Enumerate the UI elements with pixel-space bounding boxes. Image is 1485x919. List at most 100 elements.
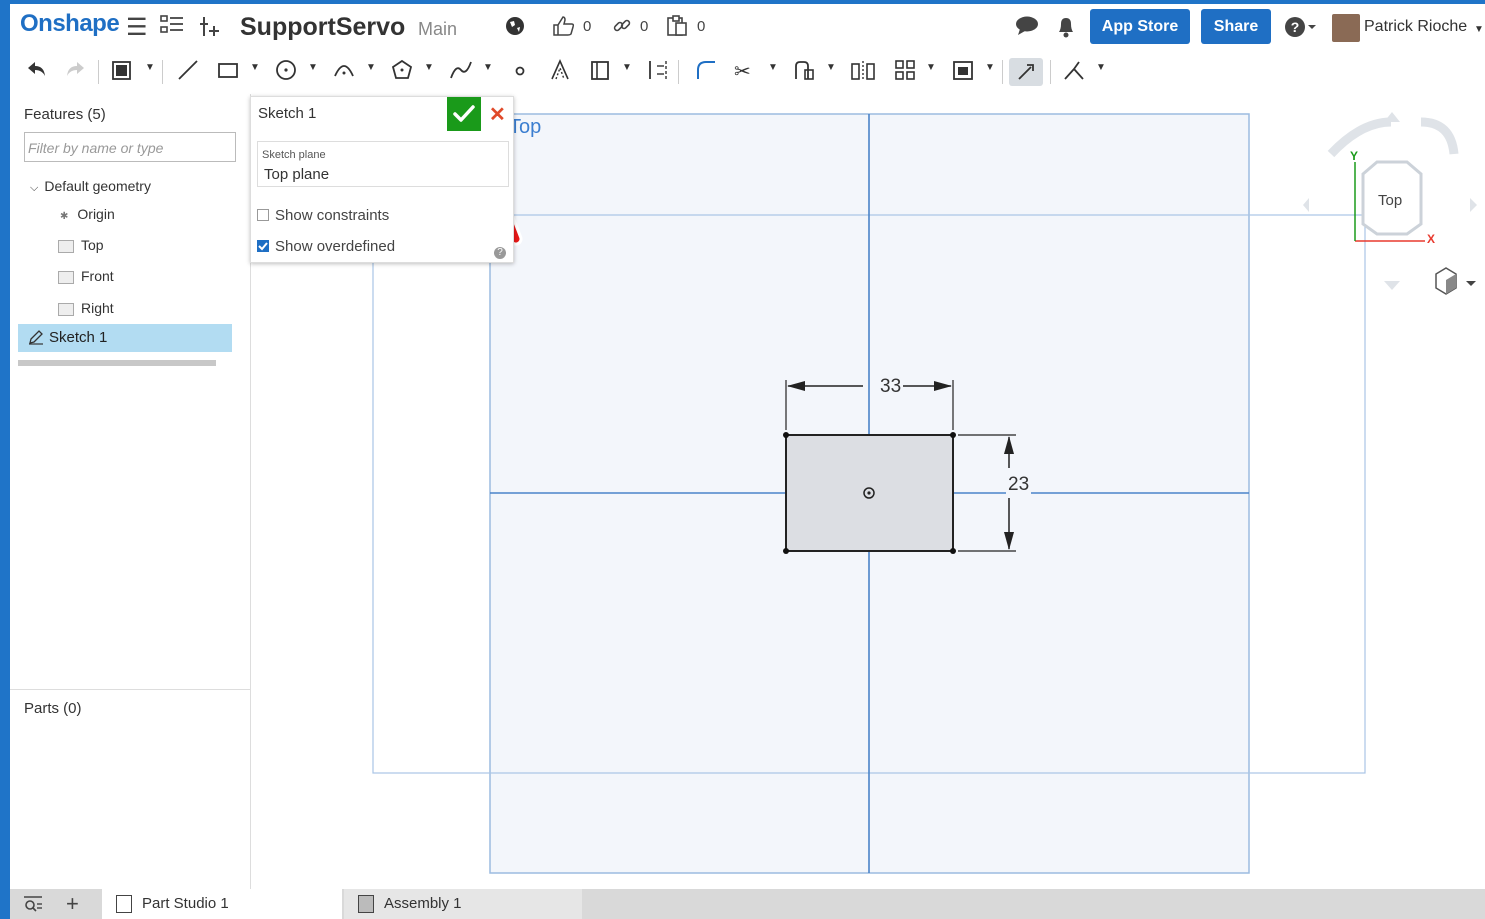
features-panel: Features (5) Filter by name or type ⌵ Def… [10,94,251,889]
show-overdefined-checkbox[interactable] [257,240,269,252]
branch-label[interactable]: Main [418,19,457,40]
tree-item-label: Right [81,300,114,316]
line-icon[interactable] [176,58,200,86]
toolbar-divider [1050,60,1051,84]
chevron-down-icon[interactable]: ▼ [768,62,778,73]
view-mode-icon[interactable] [1435,267,1476,295]
circle-icon[interactable] [274,58,298,86]
like-icon[interactable] [552,15,576,43]
chevron-down-icon[interactable]: ▼ [1096,62,1106,73]
show-constraints-label[interactable]: Show constraints [275,207,389,224]
chevron-down-icon[interactable]: ⌵ [30,182,38,194]
arc-icon[interactable] [332,58,356,86]
add-tab-icon[interactable]: + [66,891,79,917]
show-overdefined-label[interactable]: Show overdefined [275,238,395,255]
feature-list-icon[interactable] [160,14,184,42]
construction-icon[interactable] [548,58,572,86]
import-icon[interactable] [951,58,975,86]
assembly-icon [358,895,374,913]
filter-input[interactable]: Filter by name or type [24,132,236,162]
chevron-down-icon[interactable]: ▼ [424,62,434,73]
help-icon[interactable]: ? [1284,16,1316,44]
toolbar-divider [678,60,679,84]
chevron-down-icon[interactable]: ▼ [985,62,995,73]
sketch-mode-icon[interactable] [110,58,134,86]
pattern-icon[interactable] [893,58,917,86]
chevron-down-icon[interactable]: ▼ [366,62,376,73]
tree-item-top[interactable]: Top [58,237,104,253]
width-dimension[interactable]: 33 [878,376,904,398]
fillet-icon[interactable] [694,58,718,86]
tab-assembly-1[interactable]: Assembly 1 [344,889,582,919]
chevron-down-icon[interactable]: ▼ [926,62,936,73]
spline-icon[interactable] [448,58,474,86]
show-constraints-checkbox[interactable] [257,209,269,221]
tree-item-origin[interactable]: ✱ Origin [60,206,115,222]
sketch-plane-field[interactable]: Sketch plane Top plane [257,141,509,187]
point-icon[interactable] [513,58,527,86]
share-button[interactable]: Share [1201,9,1271,44]
help-icon[interactable]: ? [494,247,506,259]
sketch-toolbar: ▼ ▼ ▼ ▼ ▼ ▼ ▼ ✂ ▼ ▼ ▼ ▼ ▼ [10,50,1485,94]
link-icon[interactable] [612,16,632,42]
vertex[interactable] [783,548,789,554]
chevron-down-icon[interactable]: ▼ [145,62,155,73]
user-menu[interactable]: Patrick Rioche [1364,18,1467,36]
constraints-icon[interactable] [1062,58,1086,86]
clipboard-icon[interactable] [666,15,688,43]
chevron-down-icon[interactable]: ▼ [250,62,260,73]
vertex[interactable] [950,432,956,438]
chevron-down-icon[interactable]: ▼ [1474,24,1484,35]
tab-part-studio-1[interactable]: Part Studio 1 [102,889,342,919]
undo-icon[interactable] [26,58,48,86]
confirm-button[interactable] [447,97,481,131]
parts-title: Parts (0) [24,700,82,717]
plane-icon [58,270,74,284]
chevron-down-icon[interactable]: ▼ [483,62,493,73]
app-window: Onshape ☰ SupportServo Main 0 0 0 App St… [10,4,1485,919]
redo-icon[interactable] [64,58,86,86]
chevron-down-icon[interactable]: ▼ [826,62,836,73]
divider [10,689,250,690]
check-icon [258,242,268,251]
tree-item-front[interactable]: Front [58,268,114,284]
chevron-down-icon[interactable]: ▼ [308,62,318,73]
extend-icon[interactable] [792,58,816,86]
insert-icon[interactable] [198,14,222,44]
close-icon[interactable]: ✕ [489,102,506,127]
menu-icon[interactable]: ☰ [126,13,148,42]
use-icon[interactable] [588,58,612,86]
app-store-button[interactable]: App Store [1090,9,1190,44]
comment-icon[interactable] [1015,16,1039,42]
globe-icon[interactable] [504,15,526,43]
tab-manager-icon[interactable] [22,893,44,919]
mirror-icon[interactable] [850,58,876,86]
dimension-mode-icon[interactable] [1009,58,1043,86]
avatar[interactable] [1332,14,1360,42]
polygon-icon[interactable] [390,58,414,86]
tab-label: Part Studio 1 [142,895,229,912]
chevron-down-icon[interactable]: ▼ [622,62,632,73]
pencil-icon [29,330,43,345]
bell-icon[interactable] [1056,16,1076,44]
document-title[interactable]: SupportServo [240,13,405,42]
rectangle-icon[interactable] [216,58,240,86]
tree-item-sketch-1[interactable]: Sketch 1 [18,324,232,352]
trim-icon[interactable]: ✂ [734,58,751,86]
svg-text:?: ? [1291,19,1300,35]
sketch-item-label: Sketch 1 [49,329,108,346]
vertex[interactable] [783,432,789,438]
vertex[interactable] [950,548,956,554]
versions-count: 0 [697,18,706,35]
height-dimension[interactable]: 23 [1006,474,1032,496]
tree-item-label: Top [81,237,104,253]
default-geometry-label: Default geometry [44,178,151,194]
plane-icon [58,302,74,316]
default-geometry-group[interactable]: ⌵ Default geometry [30,178,151,195]
onshape-logo[interactable]: Onshape [20,10,120,38]
view-cube-label[interactable]: Top [1378,192,1402,209]
toolbar-divider [162,60,163,84]
tree-item-right[interactable]: Right [58,300,114,316]
horizontal-scrollbar[interactable] [18,360,216,366]
offset-icon[interactable] [646,58,670,86]
